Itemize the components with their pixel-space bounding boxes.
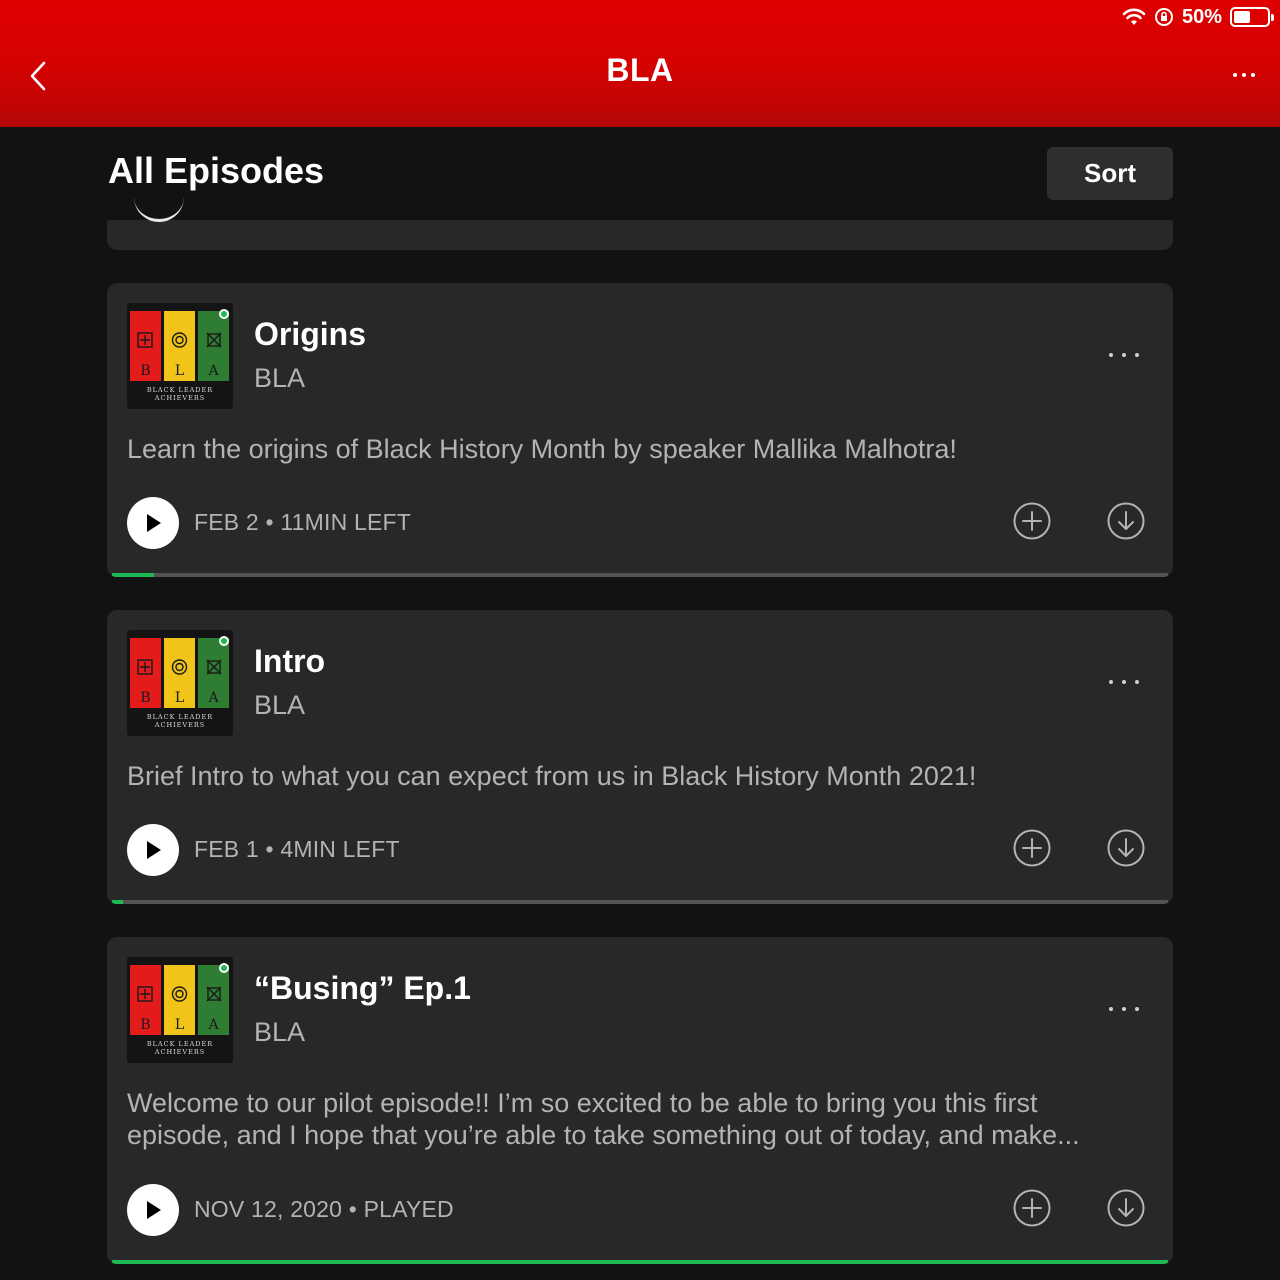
episode-progress-bar bbox=[112, 1260, 1168, 1264]
more-dot bbox=[1122, 680, 1126, 684]
page-title: BLA bbox=[606, 52, 674, 88]
episode-card[interactable]: B L A BLACK LEADER ACHIEVERS “Busing” Ep… bbox=[107, 937, 1173, 1264]
more-horizontal-icon bbox=[1233, 73, 1237, 77]
svg-text:ACHIEVERS: ACHIEVERS bbox=[154, 394, 205, 402]
episode-more-button[interactable] bbox=[1109, 672, 1139, 692]
svg-text:A: A bbox=[207, 1017, 219, 1033]
episode-meta: FEB 1 • 4MIN LEFT bbox=[194, 836, 400, 862]
more-dot bbox=[1135, 680, 1139, 684]
svg-text:L: L bbox=[175, 363, 184, 379]
add-circle-icon bbox=[1013, 502, 1051, 540]
svg-text:BLACK LEADER: BLACK LEADER bbox=[147, 386, 213, 394]
more-dot bbox=[1122, 353, 1126, 357]
more-horizontal-icon bbox=[1109, 680, 1113, 684]
more-horizontal-icon bbox=[1109, 353, 1113, 357]
episode-show-name[interactable]: BLA bbox=[254, 363, 305, 394]
download-button[interactable] bbox=[1106, 828, 1146, 868]
svg-text:B: B bbox=[140, 363, 150, 379]
svg-text:L: L bbox=[175, 1017, 184, 1033]
episode-show-name[interactable]: BLA bbox=[254, 1017, 305, 1048]
section-title: All Episodes bbox=[108, 150, 325, 191]
episode-title[interactable]: “Busing” Ep.1 bbox=[254, 970, 471, 1007]
download-circle-icon bbox=[1107, 1189, 1145, 1227]
add-to-library-button[interactable] bbox=[1012, 828, 1052, 868]
episode-title[interactable]: Intro bbox=[254, 643, 325, 680]
more-dot bbox=[1251, 73, 1255, 77]
orientation-lock-icon bbox=[1154, 7, 1174, 27]
episode-cover-art[interactable]: B L A BLACK LEADER ACHIEVERS bbox=[127, 303, 233, 409]
more-options-button[interactable] bbox=[1226, 60, 1262, 90]
episode-cover-art[interactable]: B L A BLACK LEADER ACHIEVERS bbox=[127, 957, 233, 1063]
svg-text:BLACK LEADER: BLACK LEADER bbox=[147, 1040, 213, 1048]
download-button[interactable] bbox=[1106, 501, 1146, 541]
header-bar: 50% BLA bbox=[0, 0, 1280, 127]
more-dot bbox=[1135, 1007, 1139, 1011]
previous-episode-card-partial[interactable] bbox=[107, 219, 1173, 250]
episode-progress-fill bbox=[112, 900, 123, 904]
episode-show-name[interactable]: BLA bbox=[254, 690, 305, 721]
more-dot bbox=[1135, 353, 1139, 357]
episode-description: Learn the origins of Black History Month… bbox=[127, 434, 957, 464]
bla-logo-image: B L A BLACK LEADER ACHIEVERS bbox=[127, 957, 233, 1063]
episode-meta: NOV 12, 2020 • PLAYED bbox=[194, 1196, 454, 1222]
download-button[interactable] bbox=[1106, 1188, 1146, 1228]
svg-text:BLACK LEADER: BLACK LEADER bbox=[147, 713, 213, 721]
bla-logo-image: B L A BLACK LEADER ACHIEVERS bbox=[127, 303, 233, 409]
battery-level bbox=[1234, 11, 1250, 23]
play-icon bbox=[147, 514, 161, 532]
episode-title[interactable]: Origins bbox=[254, 316, 366, 353]
episode-progress-bar bbox=[112, 573, 1168, 577]
download-circle-icon bbox=[1107, 502, 1145, 540]
episode-description: Welcome to our pilot episode!! I’m so ex… bbox=[127, 1088, 1080, 1150]
more-horizontal-icon bbox=[1109, 1007, 1113, 1011]
svg-text:ACHIEVERS: ACHIEVERS bbox=[154, 721, 205, 729]
play-button[interactable] bbox=[127, 824, 179, 876]
svg-text:B: B bbox=[140, 1017, 150, 1033]
add-circle-icon bbox=[1013, 829, 1051, 867]
svg-text:A: A bbox=[207, 363, 219, 379]
more-dot bbox=[1122, 1007, 1126, 1011]
svg-text:L: L bbox=[175, 690, 184, 706]
download-circle-icon bbox=[1107, 829, 1145, 867]
episode-card[interactable]: B L A BLACK LEADER ACHIEVERS Origins BLA… bbox=[107, 283, 1173, 577]
add-to-library-button[interactable] bbox=[1012, 1188, 1052, 1228]
episode-progress-fill bbox=[112, 1260, 1168, 1264]
bla-logo-image: B L A BLACK LEADER ACHIEVERS bbox=[127, 630, 233, 736]
wifi-icon bbox=[1122, 7, 1146, 27]
episode-more-button[interactable] bbox=[1109, 999, 1139, 1019]
sort-button[interactable]: Sort bbox=[1047, 147, 1173, 200]
svg-text:B: B bbox=[140, 690, 150, 706]
svg-text:ACHIEVERS: ACHIEVERS bbox=[154, 1048, 205, 1056]
more-dot bbox=[1242, 73, 1246, 77]
episode-description: Brief Intro to what you can expect from … bbox=[127, 761, 977, 791]
episode-progress-bar bbox=[112, 900, 1168, 904]
episode-progress-fill bbox=[112, 573, 155, 577]
play-icon bbox=[147, 1201, 161, 1219]
episode-more-button[interactable] bbox=[1109, 345, 1139, 365]
episode-cover-art[interactable]: B L A BLACK LEADER ACHIEVERS bbox=[127, 630, 233, 736]
status-bar: 50% bbox=[1122, 4, 1274, 30]
play-button[interactable] bbox=[127, 1184, 179, 1236]
play-button-partial bbox=[134, 196, 184, 222]
play-button[interactable] bbox=[127, 497, 179, 549]
battery-percentage: 50% bbox=[1181, 5, 1222, 28]
episode-meta: FEB 2 • 11MIN LEFT bbox=[194, 509, 412, 535]
battery-icon bbox=[1230, 7, 1274, 27]
play-icon bbox=[147, 841, 161, 859]
add-to-library-button[interactable] bbox=[1012, 501, 1052, 541]
add-circle-icon bbox=[1013, 1189, 1051, 1227]
episode-card[interactable]: B L A BLACK LEADER ACHIEVERS Intro BLA B… bbox=[107, 610, 1173, 904]
svg-text:A: A bbox=[207, 690, 219, 706]
